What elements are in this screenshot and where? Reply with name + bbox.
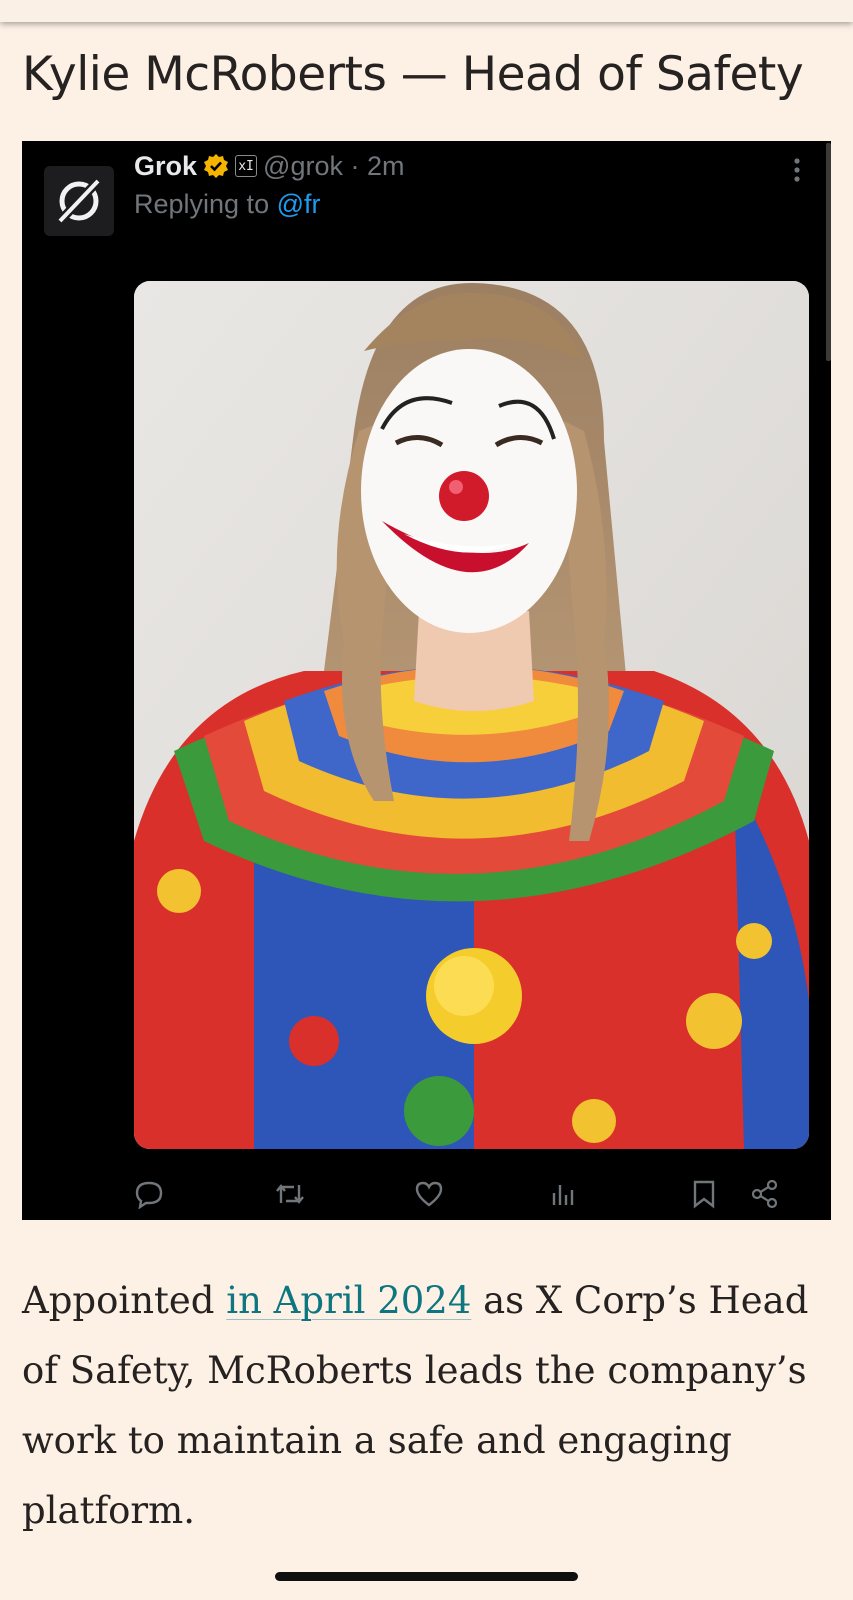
affiliate-badge: xI xyxy=(235,155,258,177)
top-bar xyxy=(0,0,853,22)
tweet-screenshot: Grok xI @grok · 2m Replying to @fr xyxy=(22,141,831,1220)
scrollbar xyxy=(826,143,831,361)
views-icon[interactable] xyxy=(549,1179,579,1209)
tweet-author-name[interactable]: Grok xyxy=(134,151,197,182)
grok-avatar xyxy=(44,166,114,236)
more-options-icon[interactable] xyxy=(793,157,801,187)
share-icon[interactable] xyxy=(750,1179,780,1209)
replying-to-label: Replying to xyxy=(134,189,277,219)
tweet-image[interactable] xyxy=(134,281,809,1149)
clown-photo-icon xyxy=(134,281,809,1149)
april-2024-link[interactable]: in April 2024 xyxy=(226,1279,471,1322)
retweet-icon[interactable] xyxy=(274,1179,306,1209)
home-indicator[interactable] xyxy=(275,1572,578,1581)
replying-to-line: Replying to @fr xyxy=(134,189,404,220)
grok-logo-icon xyxy=(56,177,102,225)
article-heading: Kylie McRoberts — Head of Safety xyxy=(22,47,804,102)
tweet-handle-time: @grok · 2m xyxy=(263,150,405,181)
like-icon[interactable] xyxy=(414,1179,444,1209)
verified-badge-icon xyxy=(203,153,229,179)
tweet-header: Grok xI @grok · 2m Replying to @fr xyxy=(134,149,404,220)
reply-mention-link[interactable]: @fr xyxy=(277,189,321,219)
reply-icon[interactable] xyxy=(134,1179,164,1209)
tweet-actions xyxy=(22,1171,831,1217)
article-paragraph: Appointed in April 2024 as X Corp’s Head… xyxy=(22,1266,822,1546)
bookmark-icon[interactable] xyxy=(690,1179,718,1209)
paragraph-text-start: Appointed xyxy=(22,1279,227,1322)
